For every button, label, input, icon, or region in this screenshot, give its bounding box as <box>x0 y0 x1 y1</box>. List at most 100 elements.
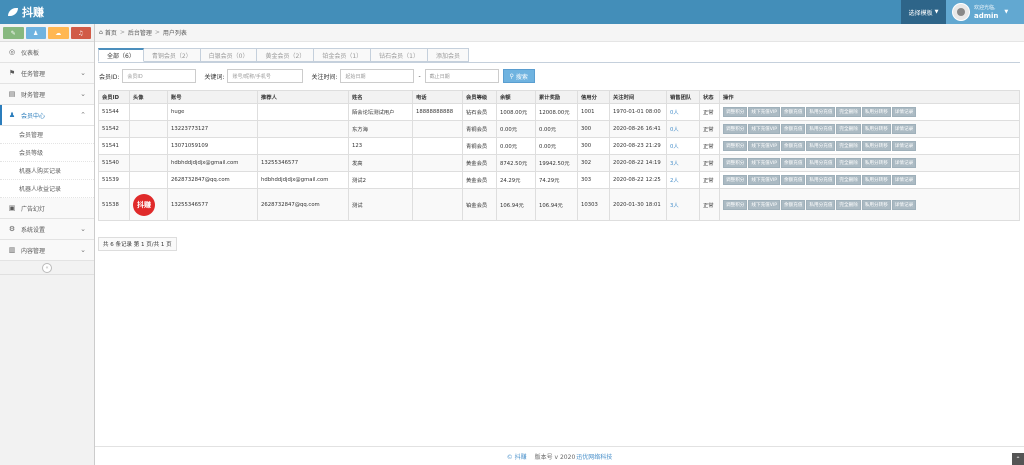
adjust-points-button[interactable]: 调整积分 <box>723 107 748 117</box>
sidebar-item-tasks[interactable]: ⚑ 任务管理 ⌄ <box>0 63 94 84</box>
tab-all[interactable]: 全部（6） <box>98 48 144 62</box>
footer-company[interactable]: 迅优网络科技 <box>576 452 612 461</box>
cell-account: huge <box>167 103 258 121</box>
cell-team: 0人 <box>666 137 700 155</box>
end-date-input[interactable]: 截止日期 <box>424 69 499 83</box>
sidebar-subitem-member-manage[interactable]: 会员管理 <box>0 126 94 144</box>
private-points-transfer-button[interactable]: 私用分转移 <box>861 199 891 210</box>
private-points-transfer-button[interactable]: 私用分转移 <box>861 107 891 117</box>
private-points-transfer-button[interactable]: 私用分转移 <box>861 175 891 185</box>
adjust-points-button[interactable]: 调整积分 <box>723 175 748 185</box>
offline-vip-button[interactable]: 线下充值VIP <box>748 175 781 185</box>
balance-recharge-button[interactable]: 余额充值 <box>781 141 806 151</box>
sidebar-item-dashboard[interactable]: ◎ 仪表板 <box>0 42 94 63</box>
sidebar-item-members[interactable]: ♟ 会员中心 ⌃ <box>0 105 94 126</box>
team-count-link[interactable]: 0人 <box>670 110 679 116</box>
sidebar-item-content[interactable]: ▥ 内容管理 ⌄ <box>0 240 94 261</box>
brand-logo[interactable]: 抖赚 <box>8 4 44 20</box>
search-button[interactable]: ⚲ 搜索 <box>502 69 535 83</box>
sidebar-item-ads[interactable]: ▣ 广告幻灯 <box>0 198 94 219</box>
adjust-points-button[interactable]: 调整积分 <box>723 158 748 168</box>
theme-selector[interactable]: 选择模板 ▼ <box>901 0 946 24</box>
offline-vip-button[interactable]: 线下充值VIP <box>748 124 781 134</box>
sidebar-subitem-robot-earnings[interactable]: 机器人收益记录 <box>0 180 94 198</box>
keyword-input[interactable]: 账号/昵称/手机号 <box>227 69 304 83</box>
tab-bronze[interactable]: 青铜会员（2） <box>143 48 201 62</box>
cell-status: 正常 <box>699 188 720 221</box>
detail-records-button[interactable]: 详情记录 <box>891 158 917 168</box>
delete-button[interactable]: 完全删除 <box>836 141 861 151</box>
team-count-link[interactable]: 3人 <box>670 161 679 167</box>
detail-records-button[interactable]: 详情记录 <box>891 141 917 151</box>
cell-name: 测试2 <box>348 171 413 189</box>
private-points-recharge-button[interactable]: 私用分充值 <box>806 124 836 134</box>
team-count-link[interactable]: 0人 <box>670 127 679 133</box>
tab-platinum[interactable]: 铂金会员（1） <box>314 48 372 62</box>
private-points-recharge-button[interactable]: 私用分充值 <box>806 158 836 168</box>
detail-records-button[interactable]: 详情记录 <box>891 199 917 210</box>
detail-records-button[interactable]: 详情记录 <box>891 124 917 134</box>
sidebar-subitem-member-levels[interactable]: 会员等级 <box>0 144 94 162</box>
adjust-points-button[interactable]: 调整积分 <box>723 124 748 134</box>
private-points-recharge-button[interactable]: 私用分充值 <box>806 175 836 185</box>
balance-recharge-button[interactable]: 余额充值 <box>781 199 806 210</box>
cell-operations: 调整积分 线下充值VIP 余额充值 私用分充值 完全删除 私用分转移 详情记录 <box>719 154 1020 172</box>
offline-vip-button[interactable]: 线下充值VIP <box>748 107 781 117</box>
user-menu[interactable]: 欢迎光临, admin ▼ <box>946 0 1024 24</box>
private-points-transfer-button[interactable]: 私用分转移 <box>861 158 891 168</box>
team-count-link[interactable]: 3人 <box>670 203 679 209</box>
bell-icon[interactable]: ♫ <box>70 27 91 39</box>
private-points-recharge-button[interactable]: 私用分充值 <box>806 107 836 117</box>
double-chevron-left-icon[interactable]: « <box>42 262 52 273</box>
cell-phone: 18888888888 <box>412 103 463 121</box>
balance-recharge-button[interactable]: 余额充值 <box>781 124 806 134</box>
offline-vip-button[interactable]: 线下充值VIP <box>748 158 781 168</box>
balance-recharge-button[interactable]: 余额充值 <box>781 107 806 117</box>
tab-add-member[interactable]: 添加会员 <box>427 48 469 62</box>
delete-button[interactable]: 完全删除 <box>836 107 861 117</box>
pencil-icon[interactable]: ✎ <box>3 27 24 39</box>
cell-reward: 19942.50元 <box>535 154 578 172</box>
breadcrumb-section[interactable]: 后台管理 <box>128 28 152 37</box>
detail-records-button[interactable]: 详情记录 <box>891 107 917 117</box>
sidebar-item-settings[interactable]: ⚙ 系统设置 ⌄ <box>0 219 94 240</box>
detail-records-button[interactable]: 详情记录 <box>891 175 917 185</box>
adjust-points-button[interactable]: 调整积分 <box>723 141 748 151</box>
sidebar-subitem-robot-purchases[interactable]: 机器人购买记录 <box>0 162 94 180</box>
team-count-link[interactable]: 0人 <box>670 144 679 150</box>
private-points-recharge-button[interactable]: 私用分充值 <box>806 199 836 210</box>
scroll-to-top-button[interactable]: ⌃ <box>1012 453 1024 465</box>
breadcrumb-home[interactable]: 首页 <box>105 28 117 37</box>
user-name: admin <box>974 12 999 20</box>
cell-text: 正常 <box>703 144 714 150</box>
private-points-recharge-button[interactable]: 私用分充值 <box>806 141 836 151</box>
offline-vip-button[interactable]: 线下充值VIP <box>748 141 781 151</box>
delete-button[interactable]: 完全删除 <box>836 158 861 168</box>
cell-time: 2020-08-26 16:41 <box>609 120 667 138</box>
delete-button[interactable]: 完全删除 <box>836 199 861 210</box>
start-date-input[interactable]: 起始日期 <box>340 69 415 83</box>
tab-diamond[interactable]: 钻石会员（1） <box>371 48 428 62</box>
delete-button[interactable]: 完全删除 <box>836 175 861 185</box>
users-icon[interactable]: ♟ <box>25 27 46 39</box>
adjust-points-button[interactable]: 调整积分 <box>723 199 748 210</box>
balance-recharge-button[interactable]: 余额充值 <box>781 158 806 168</box>
cloud-icon[interactable]: ☁ <box>48 27 69 39</box>
cell-text: 8742.50元 <box>500 161 528 167</box>
cell-reward: 106.94元 <box>535 188 578 221</box>
member-id-input[interactable]: 会员ID <box>122 69 197 83</box>
private-points-transfer-button[interactable]: 私用分转移 <box>861 124 891 134</box>
cell-account: 2628732847@qq.com <box>167 171 258 189</box>
team-count-link[interactable]: 2人 <box>670 178 679 184</box>
tab-silver[interactable]: 白银会员（0） <box>200 48 258 62</box>
tab-gold[interactable]: 黄金会员（2） <box>257 48 315 62</box>
cell-id: 51539 <box>98 171 130 189</box>
delete-button[interactable]: 完全删除 <box>836 124 861 134</box>
sidebar-item-finance[interactable]: ▤ 财务管理 ⌄ <box>0 84 94 105</box>
private-points-transfer-button[interactable]: 私用分转移 <box>861 141 891 151</box>
cell-avatar: 抖赚 <box>129 188 168 221</box>
balance-recharge-button[interactable]: 余额充值 <box>781 175 806 185</box>
cell-credit: 302 <box>577 154 610 172</box>
offline-vip-button[interactable]: 线下充值VIP <box>748 199 781 210</box>
cell-text: 106.94元 <box>539 202 563 209</box>
